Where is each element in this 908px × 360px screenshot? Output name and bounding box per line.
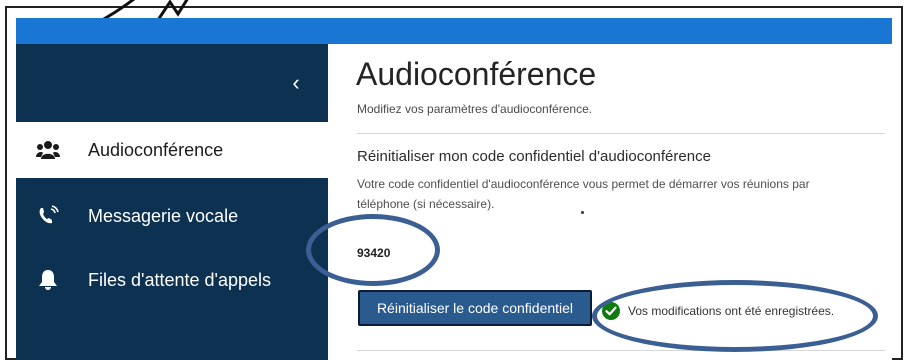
stray-dot <box>581 211 584 214</box>
save-status: Vos modifications ont été enregistrées. <box>602 302 834 320</box>
bell-icon <box>34 266 62 294</box>
section-description: Votre code confidentiel d'audioconférenc… <box>357 177 810 211</box>
sidebar-item-label: Audioconférence <box>88 139 224 160</box>
main-content: Audioconférence Modifiez vos paramètres … <box>328 44 892 360</box>
sidebar: ‹ Audioconférence Messagerie vocale File… <box>16 44 328 360</box>
sidebar-item-label: Files d'attente d'appels <box>88 269 271 290</box>
users-icon <box>34 136 62 164</box>
collapse-sidebar-button[interactable]: ‹ <box>286 72 306 94</box>
sidebar-item-audioconference[interactable]: Audioconférence <box>16 122 328 178</box>
top-bar <box>16 18 892 44</box>
divider <box>357 133 885 134</box>
sidebar-item-voicemail[interactable]: Messagerie vocale <box>16 188 328 244</box>
check-circle-icon <box>602 302 620 320</box>
section-title: Réinitialiser mon code confidentiel d'au… <box>357 148 711 165</box>
sidebar-item-label: Messagerie vocale <box>88 205 239 226</box>
reset-pin-button[interactable]: Réinitialiser le code confidentiel <box>358 290 592 326</box>
page-title: Audioconférence <box>356 56 597 92</box>
status-message: Vos modifications ont été enregistrées. <box>628 304 835 318</box>
pin-value: 93420 <box>357 246 391 260</box>
page-subtitle: Modifiez vos paramètres d'audioconférenc… <box>357 102 593 116</box>
divider <box>357 350 885 351</box>
phone-ringing-icon <box>34 202 62 230</box>
sidebar-item-call-queues[interactable]: Files d'attente d'appels <box>16 252 328 308</box>
